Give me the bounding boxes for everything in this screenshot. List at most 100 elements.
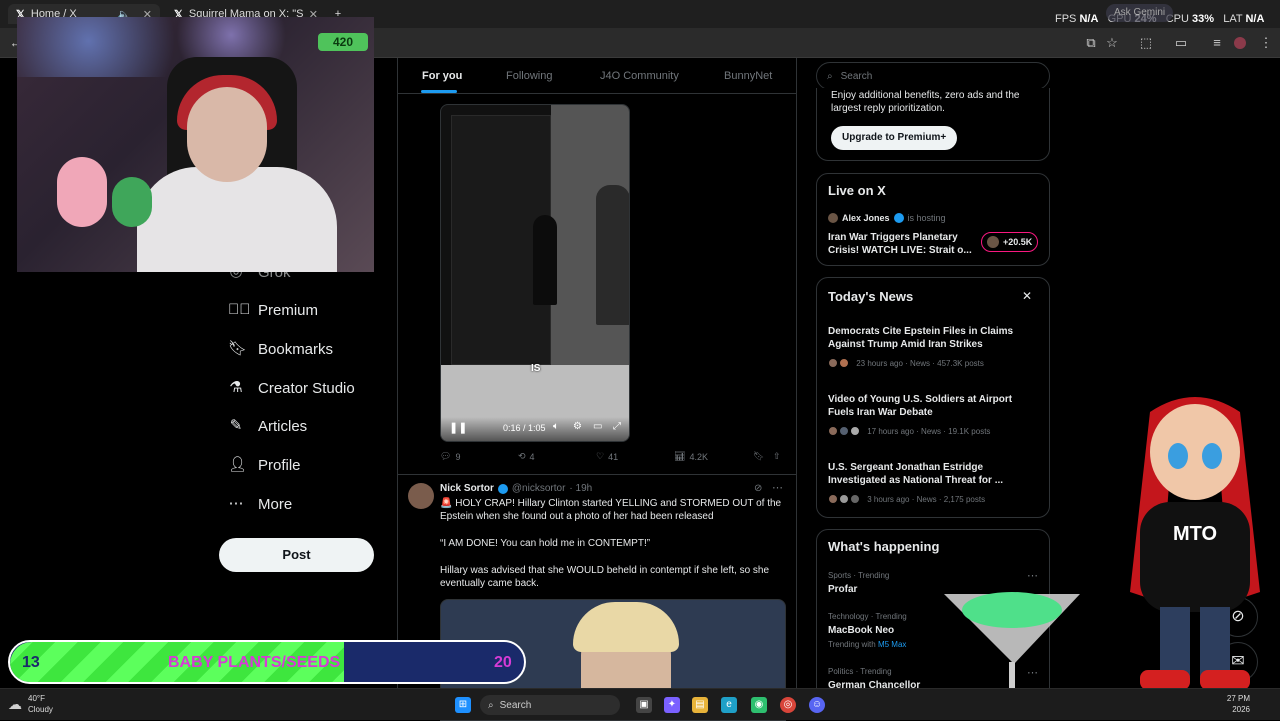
live-host[interactable]: Alex Jones is hosting (828, 213, 946, 223)
stream-goal-bar: 13 BABY PLANTS/SEEDS 20 (8, 640, 526, 684)
nav-bookmarks[interactable]: 🔖︎ Bookmarks (228, 337, 333, 361)
profile-avatar-icon[interactable] (1234, 37, 1246, 49)
close-icon[interactable]: ✕ (1022, 289, 1032, 303)
news-item-headline[interactable]: Democrats Cite Epstein Files in Claims A… (828, 325, 1018, 351)
nav-label: Premium (258, 301, 319, 319)
windows-taskbar: ☁ 40°F Cloudy ⊞ ⌕ Search ▣ ✦ ▤ e ◉ ◎ ☺ 2… (0, 688, 1280, 720)
weather-icon: ☁ (8, 695, 22, 712)
search-placeholder: Search (840, 70, 873, 82)
taskbar-search[interactable]: ⌕ Search (480, 695, 620, 715)
views-button[interactable]: 📊︎ 4.2K (674, 451, 708, 462)
video-caption: IS (531, 363, 541, 374)
trend-name[interactable]: Profar (828, 584, 857, 595)
bookmark-icon: 🔖︎ (753, 451, 765, 461)
menu-dots-icon[interactable]: ⋮ (1258, 35, 1274, 51)
news-title: Today's News (828, 289, 914, 304)
search-input[interactable]: ⌕ Search (816, 62, 1050, 90)
webcam-overlay: 420 (17, 17, 374, 272)
verified-badge-icon (497, 483, 508, 494)
app-icon[interactable]: ◉ (751, 697, 767, 713)
tweet-text-line3: Hillary was advised that she WOULD behel… (440, 565, 770, 589)
news-item-headline[interactable]: Video of Young U.S. Soldiers at Airport … (828, 393, 1018, 419)
discord-icon[interactable]: ☺ (809, 697, 825, 713)
settings-icon[interactable]: ⚙ (573, 421, 582, 432)
bookmark-button[interactable]: 🔖︎ (753, 451, 764, 462)
repost-icon: ⟲ (518, 451, 526, 461)
premium-text: Enjoy additional benefits, zero ads and … (831, 90, 1020, 114)
share-button[interactable]: ⇧ (773, 451, 781, 462)
live-listener-count[interactable]: +20.5K (981, 232, 1039, 252)
search-icon: ⌕ (827, 70, 833, 82)
tab-bunnynet[interactable]: BunnyNet (724, 70, 772, 82)
chrome-icon[interactable]: ◎ (780, 697, 796, 713)
goal-target: 20 (494, 654, 512, 671)
post-button[interactable]: Post (219, 538, 374, 572)
weather-widget[interactable]: ☁ 40°F Cloudy (8, 693, 53, 715)
avatar[interactable] (408, 483, 434, 509)
host-avatar (828, 213, 838, 223)
trend-name[interactable]: MacBook Neo (828, 625, 894, 636)
grok-icon[interactable]: ⊘ (754, 483, 762, 494)
news-item-meta: 3 hours ago · News · 2,175 posts (828, 494, 985, 504)
reading-list-icon[interactable]: ≡ (1209, 35, 1225, 51)
tweet-age: · 19h (569, 483, 593, 494)
webcam-plush (112, 177, 152, 227)
tab-for-you[interactable]: For you (422, 70, 462, 82)
extensions-icon[interactable]: ⬚ (1138, 35, 1154, 51)
nav-more[interactable]: ⋯ More (228, 492, 293, 516)
profile-icon: 👤︎ (228, 456, 248, 473)
split-view-icon[interactable]: ▭ (1173, 35, 1189, 51)
goal-label: BABY PLANTS/SEEDS (168, 654, 341, 671)
vtuber-avatar-overlay: MTO (1130, 397, 1260, 690)
video-player[interactable]: IS ❚❚ 0:16 / 1:05 🔈︎ ⚙ ▭ ⤢ (440, 104, 630, 442)
file-explorer-icon[interactable]: ▤ (692, 697, 708, 713)
nav-label: Articles (258, 417, 308, 435)
video-figure (596, 185, 629, 325)
copilot-icon[interactable]: ✦ (664, 697, 680, 713)
volume-icon[interactable]: 🔈︎ (553, 421, 559, 432)
nav-articles[interactable]: ✎ Articles (228, 414, 307, 438)
edge-icon[interactable]: e (721, 697, 737, 713)
tweet-header: Nick Sortor @nicksortor · 19h (440, 483, 592, 494)
windows-start-icon[interactable]: ⊞ (455, 697, 471, 713)
search-icon: ⌕ (488, 699, 494, 711)
screenshot-icon[interactable]: ⧉ (1083, 35, 1099, 51)
active-tab-indicator (421, 90, 457, 93)
author-name[interactable]: Nick Sortor (440, 483, 494, 494)
fullscreen-icon[interactable]: ⤢ (613, 421, 621, 432)
nav-profile[interactable]: 👤︎ Profile (228, 453, 301, 477)
miniplayer-icon[interactable]: ▭ (593, 421, 602, 432)
share-icon: ⇧ (773, 451, 781, 461)
live-headline[interactable]: Iran War Triggers Planetary Crisis! WATC… (828, 231, 973, 257)
like-button[interactable]: ♡ 41 (596, 451, 618, 462)
more-options-icon[interactable]: ⋯ (772, 481, 783, 494)
ask-gemini-button[interactable]: Ask Gemini (1106, 4, 1174, 22)
task-view-icon[interactable]: ▣ (636, 697, 652, 713)
bookmark-star-icon[interactable]: ☆ (1104, 35, 1120, 51)
clock[interactable]: 27 PM 2026 (1224, 693, 1250, 715)
todays-news-card: Today's News ✕ Democrats Cite Epstein Fi… (816, 277, 1050, 518)
nav-creator-studio[interactable]: ⚗ Creator Studio (228, 376, 355, 400)
more-icon: ⋯ (228, 495, 244, 512)
reply-button[interactable]: 💬︎ 9 (440, 451, 460, 462)
upgrade-premium-button[interactable]: Upgrade to Premium+ (831, 126, 958, 150)
news-item-headline[interactable]: U.S. Sergeant Jonathan Estridge Investig… (828, 461, 1018, 487)
trend-category: Technology · Trending (828, 612, 907, 621)
webcam-face (187, 87, 267, 182)
nav-label: Creator Studio (258, 379, 355, 397)
views-icon: 📊︎ (674, 451, 686, 461)
news-item-meta: 17 hours ago · News · 19.1K posts (828, 426, 990, 436)
trend-category: Sports · Trending (828, 571, 890, 580)
nav-premium[interactable]: ✓⃝ Premium (228, 298, 318, 322)
media-hair (573, 602, 679, 652)
nav-label: Bookmarks (258, 340, 334, 358)
repost-button[interactable]: ⟲ 4 (518, 451, 535, 462)
trend-more-icon[interactable]: ⋯ (1027, 569, 1038, 582)
goal-current: 13 (22, 654, 40, 671)
pause-icon[interactable]: ❚❚ (449, 421, 467, 434)
tab-j4o-community[interactable]: J4O Community (600, 70, 679, 82)
reply-icon: 💬︎ (440, 451, 452, 461)
tab-following[interactable]: Following (506, 70, 552, 82)
author-handle[interactable]: @nicksortor (512, 483, 566, 494)
premium-card: Enjoy additional benefits, zero ads and … (816, 88, 1050, 161)
